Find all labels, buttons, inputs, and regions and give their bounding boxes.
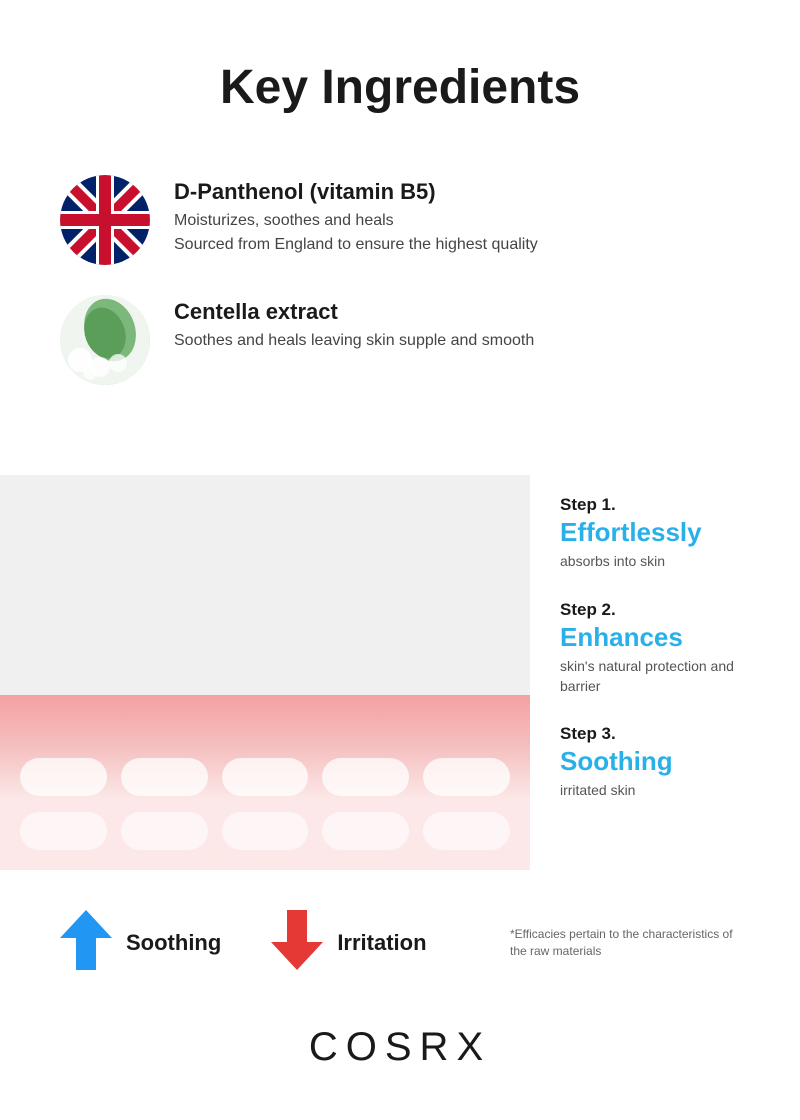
skin-cell-2 xyxy=(322,812,409,850)
uk-flag-icon xyxy=(60,175,150,265)
steps-section: Step 1. Effortlessly absorbs into skin S… xyxy=(0,475,800,870)
step-2-keyword: Enhances xyxy=(560,622,770,653)
soothing-legend: Soothing xyxy=(60,910,221,975)
step-1-block: Step 1. Effortlessly absorbs into skin xyxy=(560,495,770,572)
irritation-label: Irritation xyxy=(337,930,426,956)
skin-cell-2 xyxy=(20,812,107,850)
skin-cell-2 xyxy=(121,812,208,850)
dpanthenol-text: D-Panthenol (vitamin B5) Moisturizes, so… xyxy=(174,175,538,257)
steps-image-area xyxy=(0,475,530,870)
skin-cell-2 xyxy=(222,812,309,850)
ingredient-dpanthenol: D-Panthenol (vitamin B5) Moisturizes, so… xyxy=(60,175,740,265)
soothing-label: Soothing xyxy=(126,930,221,956)
skin-cell xyxy=(20,758,107,796)
ingredients-section: D-Panthenol (vitamin B5) Moisturizes, so… xyxy=(0,155,800,455)
step-3-block: Step 3. Soothing irritated skin xyxy=(560,724,770,801)
step-1-keyword: Effortlessly xyxy=(560,517,770,548)
centella-name: Centella extract xyxy=(174,299,534,325)
efficacy-note: *Efficacies pertain to the characteristi… xyxy=(510,926,740,960)
step-2-detail: skin's natural protection and barrier xyxy=(560,657,770,696)
soothing-arrow-icon xyxy=(60,910,112,975)
skin-cell xyxy=(322,758,409,796)
page-title: Key Ingredients xyxy=(40,60,760,115)
irritation-arrow-icon xyxy=(271,910,323,975)
page-header: Key Ingredients xyxy=(0,0,800,155)
step-3-keyword: Soothing xyxy=(560,746,770,777)
skin-cell-2 xyxy=(423,812,510,850)
skin-cell xyxy=(121,758,208,796)
irritation-legend: Irritation xyxy=(271,910,426,975)
step-2-number: Step 2. xyxy=(560,600,770,620)
step-1-detail: absorbs into skin xyxy=(560,552,770,572)
bottom-legend-section: Soothing Irritation *Efficacies pertain … xyxy=(0,870,800,995)
centella-text: Centella extract Soothes and heals leavi… xyxy=(174,295,534,353)
brand-name: COSRX xyxy=(40,1025,760,1070)
dpanthenol-desc1: Moisturizes, soothes and heals xyxy=(174,209,538,233)
centella-desc1: Soothes and heals leaving skin supple an… xyxy=(174,329,534,353)
brand-section: COSRX xyxy=(0,995,800,1120)
steps-top-background xyxy=(0,475,530,695)
skin-cells-row-1 xyxy=(0,758,530,796)
ingredient-centella: Centella extract Soothes and heals leavi… xyxy=(60,295,740,385)
step-3-detail: irritated skin xyxy=(560,781,770,801)
step-2-block: Step 2. Enhances skin's natural protecti… xyxy=(560,600,770,696)
skin-cells-row-2 xyxy=(0,812,530,850)
dpanthenol-name: D-Panthenol (vitamin B5) xyxy=(174,179,538,205)
steps-content: Step 1. Effortlessly absorbs into skin S… xyxy=(530,475,800,870)
step-1-number: Step 1. xyxy=(560,495,770,515)
steps-skin-diagram xyxy=(0,695,530,870)
dpanthenol-desc2: Sourced from England to ensure the highe… xyxy=(174,233,538,257)
skin-cell xyxy=(222,758,309,796)
centella-icon xyxy=(60,295,150,385)
skin-cell xyxy=(423,758,510,796)
step-3-number: Step 3. xyxy=(560,724,770,744)
